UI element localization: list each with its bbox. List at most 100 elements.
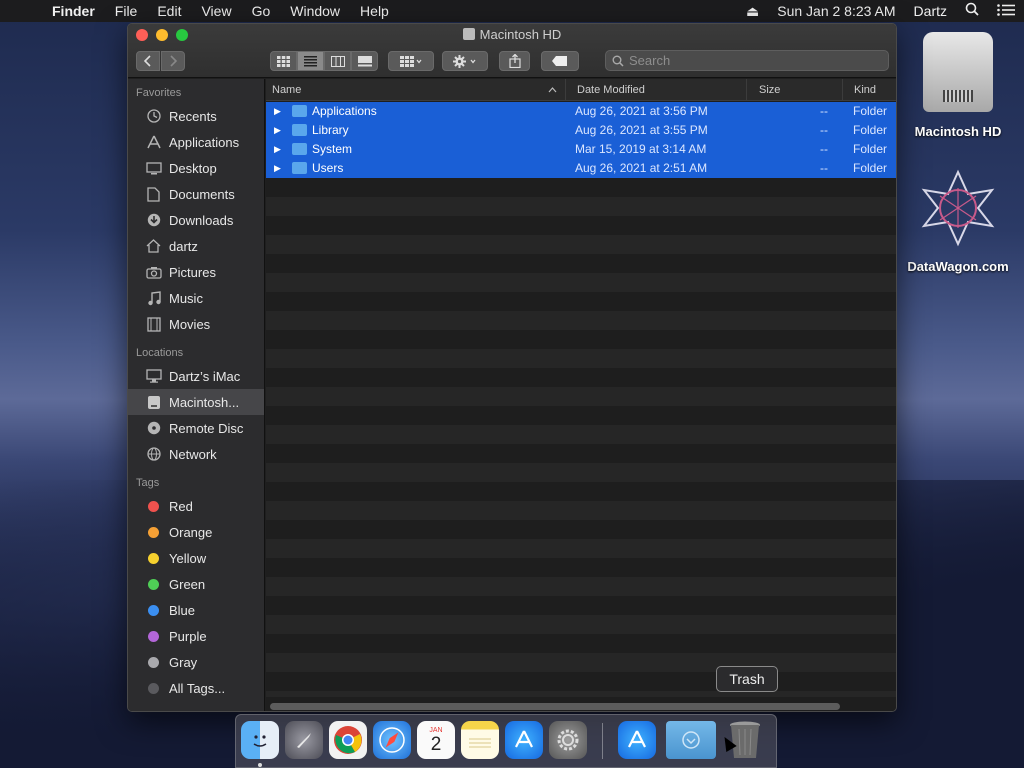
sidebar-section-tags: Tags bbox=[136, 477, 160, 489]
menu-edit[interactable]: Edit bbox=[147, 0, 191, 22]
disclosure-triangle-icon[interactable]: ▶ bbox=[274, 159, 281, 178]
list-view-button[interactable] bbox=[297, 51, 324, 71]
chevron-left-icon bbox=[144, 55, 151, 67]
horizontal-scrollbar[interactable] bbox=[270, 703, 840, 710]
sidebar-item-tag-gray[interactable]: Gray bbox=[128, 649, 264, 675]
search-input[interactable] bbox=[629, 53, 869, 68]
icon-view-button[interactable] bbox=[270, 51, 297, 71]
clock-icon bbox=[145, 109, 162, 124]
menu-user[interactable]: Dartz bbox=[905, 0, 956, 22]
dock-app-store-icon[interactable] bbox=[505, 721, 543, 759]
group-by-button[interactable] bbox=[388, 51, 434, 71]
menu-bar: Finder File Edit View Go Window Help ⏏ S… bbox=[0, 0, 1024, 22]
sidebar-item-tag-purple[interactable]: Purple bbox=[128, 623, 264, 649]
sidebar-item-label: Applications bbox=[169, 134, 240, 150]
column-header-row: Name Date Modified Size Kind bbox=[266, 79, 896, 101]
spotlight-search-icon[interactable] bbox=[956, 0, 988, 22]
table-row[interactable]: ▶ Library Aug 26, 2021 at 3:55 PM -- Fol… bbox=[266, 121, 896, 140]
dock-finder-icon[interactable] bbox=[241, 721, 279, 759]
tag-color-dot bbox=[148, 526, 159, 538]
menu-help[interactable]: Help bbox=[350, 0, 399, 22]
back-button[interactable] bbox=[136, 51, 160, 71]
sidebar-item-downloads[interactable]: Downloads bbox=[128, 207, 264, 233]
folder-icon bbox=[292, 162, 307, 174]
table-row[interactable]: ▶ System Mar 15, 2019 at 3:14 AM -- Fold… bbox=[266, 140, 896, 159]
edit-tags-button[interactable] bbox=[541, 51, 579, 71]
sidebar-item-remote-disc[interactable]: Remote Disc bbox=[128, 415, 264, 441]
share-button[interactable] bbox=[499, 51, 530, 71]
sidebar-item-movies[interactable]: Movies bbox=[128, 311, 264, 337]
search-field[interactable] bbox=[605, 50, 889, 71]
sidebar-item-imac[interactable]: Dartz’s iMac bbox=[128, 363, 264, 389]
sidebar-item-label: Pictures bbox=[169, 264, 216, 280]
sidebar-item-desktop[interactable]: Desktop bbox=[128, 155, 264, 181]
home-icon bbox=[145, 239, 162, 254]
arrange-grid-icon bbox=[400, 55, 422, 67]
dock-chrome-icon[interactable] bbox=[329, 721, 367, 759]
menu-go[interactable]: Go bbox=[242, 0, 281, 22]
table-row[interactable]: ▶ Applications Aug 26, 2021 at 3:56 PM -… bbox=[266, 102, 896, 121]
folder-icon bbox=[292, 105, 307, 117]
dock-app-store-downloads-icon[interactable] bbox=[618, 721, 656, 759]
sidebar-item-label: Red bbox=[169, 498, 193, 514]
sidebar-item-tag-red[interactable]: Red bbox=[128, 493, 264, 519]
sidebar-item-tag-green[interactable]: Green bbox=[128, 571, 264, 597]
sidebar-item-tag-yellow[interactable]: Yellow bbox=[128, 545, 264, 571]
menu-view[interactable]: View bbox=[191, 0, 241, 22]
file-name: Applications bbox=[312, 104, 377, 118]
gallery-view-button[interactable] bbox=[351, 51, 378, 71]
music-note-icon bbox=[145, 290, 162, 306]
file-kind: Folder bbox=[853, 142, 888, 156]
notification-center-icon[interactable] bbox=[988, 0, 1024, 22]
sidebar-item-label: Downloads bbox=[169, 212, 234, 228]
column-header-date[interactable]: Date Modified bbox=[571, 79, 747, 101]
sidebar-item-all-tags[interactable]: All Tags... bbox=[128, 675, 264, 701]
sidebar-item-music[interactable]: Music bbox=[128, 285, 264, 311]
gallery-icon bbox=[357, 55, 372, 66]
sidebar-item-tag-blue[interactable]: Blue bbox=[128, 597, 264, 623]
dock-safari-icon[interactable] bbox=[373, 721, 411, 759]
file-name: System bbox=[312, 142, 353, 156]
table-row[interactable]: ▶ Users Aug 26, 2021 at 2:51 AM -- Folde… bbox=[266, 159, 896, 178]
sidebar-item-tag-orange[interactable]: Orange bbox=[128, 519, 264, 545]
dock-downloads-folder-icon[interactable] bbox=[666, 721, 716, 759]
desktop-icon-macintosh-hd[interactable]: Macintosh HD bbox=[906, 32, 1010, 139]
column-header-kind[interactable]: Kind bbox=[848, 79, 896, 101]
file-date: Mar 15, 2019 at 3:14 AM bbox=[575, 142, 707, 156]
action-menu-button[interactable] bbox=[442, 51, 488, 71]
disc-icon bbox=[145, 421, 162, 436]
desktop-icon-datawagon[interactable]: DataWagon.com bbox=[900, 168, 1016, 274]
sidebar-item-label: Green bbox=[169, 576, 206, 592]
sidebar-item-network[interactable]: Network bbox=[128, 441, 264, 467]
dock-system-preferences-icon[interactable] bbox=[549, 721, 587, 759]
dock-calendar-icon[interactable]: JAN 2 bbox=[417, 721, 455, 759]
menu-window[interactable]: Window bbox=[280, 0, 350, 22]
disclosure-triangle-icon[interactable]: ▶ bbox=[274, 102, 281, 121]
column-header-name[interactable]: Name bbox=[266, 79, 566, 101]
menu-app-finder[interactable]: Finder bbox=[42, 0, 105, 22]
dock-notes-icon[interactable] bbox=[461, 721, 499, 759]
forward-button[interactable] bbox=[161, 51, 185, 71]
disclosure-triangle-icon[interactable]: ▶ bbox=[274, 140, 281, 159]
tag-color-dot bbox=[148, 656, 159, 668]
datawagon-logo-icon bbox=[921, 169, 995, 247]
eject-icon[interactable]: ⏏ bbox=[737, 0, 768, 22]
disclosure-triangle-icon[interactable]: ▶ bbox=[274, 121, 281, 140]
sidebar-item-applications[interactable]: Applications bbox=[128, 129, 264, 155]
sidebar-item-pictures[interactable]: Pictures bbox=[128, 259, 264, 285]
sidebar-item-recents[interactable]: Recents bbox=[128, 103, 264, 129]
sidebar-item-dartz[interactable]: dartz bbox=[128, 233, 264, 259]
menu-clock[interactable]: Sun Jan 2 8:23 AM bbox=[768, 0, 904, 22]
list-icon bbox=[304, 55, 317, 66]
sidebar-item-label: Network bbox=[169, 446, 217, 462]
file-kind: Folder bbox=[853, 104, 888, 118]
sidebar-item-documents[interactable]: Documents bbox=[128, 181, 264, 207]
dock-launchpad-icon[interactable] bbox=[285, 721, 323, 759]
sidebar-item-macintosh-hd[interactable]: Macintosh... bbox=[128, 389, 264, 415]
file-kind: Folder bbox=[853, 123, 888, 137]
applications-icon bbox=[145, 135, 162, 150]
menu-file[interactable]: File bbox=[105, 0, 148, 22]
column-header-size[interactable]: Size bbox=[753, 79, 843, 101]
file-size: -- bbox=[820, 123, 828, 137]
column-view-button[interactable] bbox=[324, 51, 351, 71]
